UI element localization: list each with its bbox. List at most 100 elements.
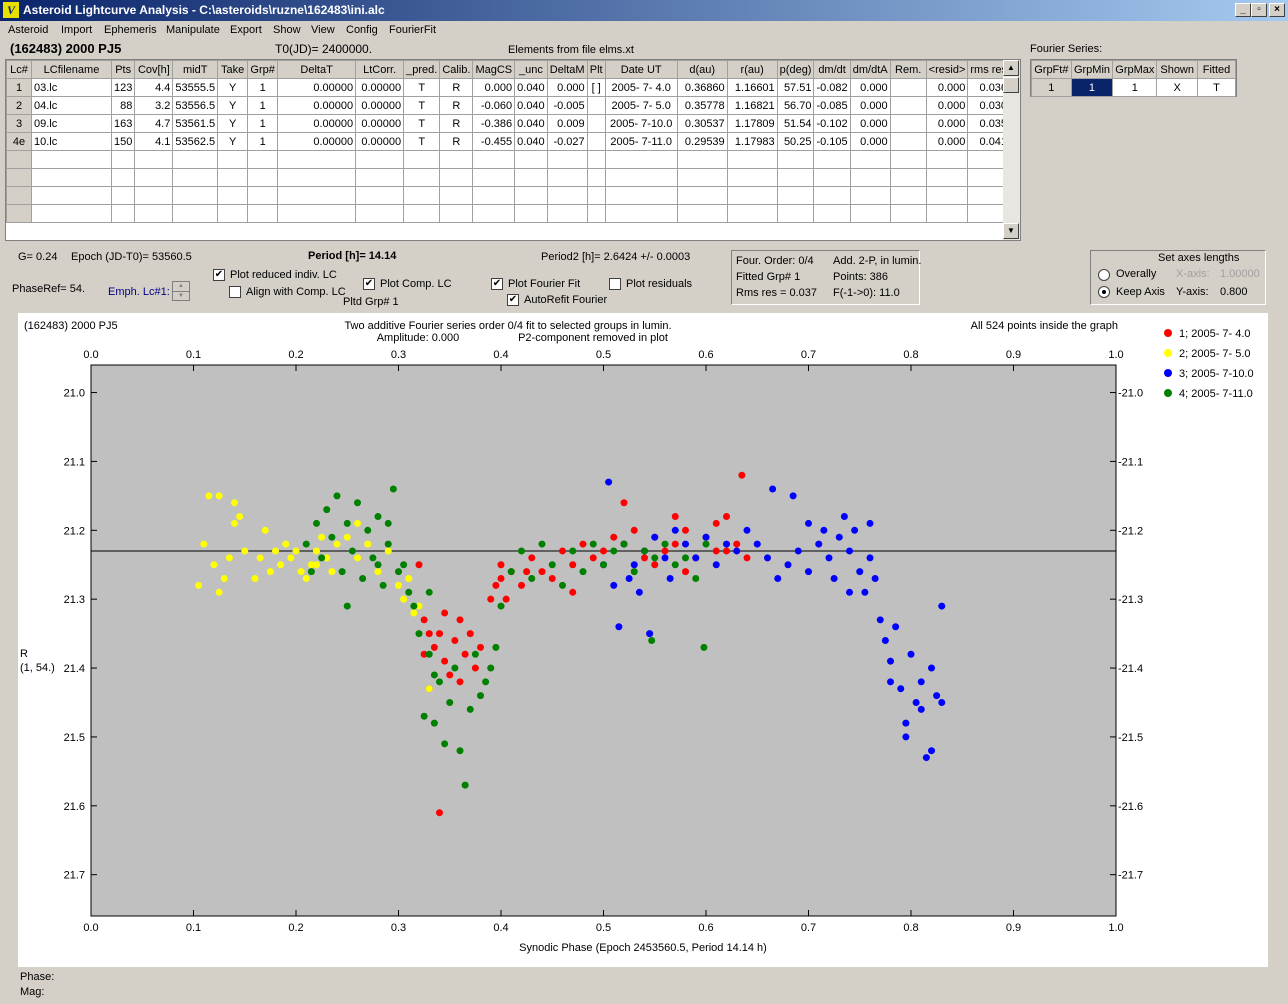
menu-asteroid[interactable]: Asteroid — [8, 24, 48, 36]
table-cell[interactable] — [546, 150, 588, 169]
table-cell[interactable] — [813, 204, 851, 223]
table-cell[interactable]: 56.70 — [776, 96, 815, 115]
table-cell[interactable] — [889, 96, 927, 115]
table-cell[interactable]: Y — [217, 96, 249, 115]
table-cell[interactable] — [247, 186, 279, 205]
table-cell[interactable]: 3.2 — [134, 96, 174, 115]
table-cell[interactable] — [110, 168, 136, 187]
table-cell[interactable]: 1.17983 — [726, 132, 778, 151]
column-header[interactable]: MagCS — [472, 60, 516, 79]
table-cell[interactable]: 150 — [110, 132, 136, 151]
row-header[interactable]: 2 — [6, 96, 32, 115]
table-cell[interactable]: R — [439, 132, 474, 151]
menu-config[interactable]: Config — [346, 24, 378, 36]
table-cell[interactable] — [849, 204, 891, 223]
fourier-cell[interactable]: 1 — [1031, 78, 1072, 97]
table-cell[interactable]: 0.000 — [849, 132, 891, 151]
table-cell[interactable] — [217, 186, 249, 205]
table-cell[interactable]: 03.lc — [31, 78, 112, 97]
table-cell[interactable]: 1 — [247, 96, 279, 115]
table-cell[interactable]: 0.040 — [514, 78, 548, 97]
table-cell[interactable] — [110, 204, 136, 223]
spin-up-icon[interactable]: ▲ — [173, 282, 189, 291]
table-cell[interactable] — [925, 150, 969, 169]
menu-fourierfit[interactable]: FourierFit — [389, 24, 436, 36]
table-cell[interactable] — [403, 168, 441, 187]
table-cell[interactable]: 0.000 — [472, 78, 516, 97]
table-cell[interactable]: -0.060 — [472, 96, 516, 115]
plot-reduced-checkbox[interactable]: ✔ — [213, 269, 225, 281]
table-cell[interactable]: -0.105 — [813, 132, 851, 151]
table-cell[interactable]: 10.lc — [31, 132, 112, 151]
table-cell[interactable]: 0.040 — [514, 132, 548, 151]
table-cell[interactable] — [514, 186, 548, 205]
table-cell[interactable]: 0.000 — [849, 78, 891, 97]
table-cell[interactable] — [889, 78, 927, 97]
table-cell[interactable]: T — [403, 78, 441, 97]
table-cell[interactable]: -0.102 — [813, 114, 851, 133]
table-cell[interactable] — [726, 204, 778, 223]
fourier-column-header[interactable]: Shown — [1156, 60, 1198, 79]
table-cell[interactable] — [110, 186, 136, 205]
table-cell[interactable] — [355, 204, 405, 223]
row-header[interactable] — [6, 204, 32, 223]
menu-import[interactable]: Import — [61, 24, 92, 36]
column-header[interactable]: Rem. — [889, 60, 927, 79]
table-cell[interactable] — [172, 168, 219, 187]
row-header[interactable]: 3 — [6, 114, 32, 133]
table-cell[interactable]: 1.16821 — [726, 96, 778, 115]
table-cell[interactable] — [776, 168, 815, 187]
table-row[interactable] — [6, 150, 1011, 169]
table-cell[interactable]: 0.000 — [925, 78, 969, 97]
keep-axis-radio[interactable] — [1098, 286, 1110, 298]
table-cell[interactable]: 0.000 — [849, 114, 891, 133]
table-cell[interactable] — [217, 168, 249, 187]
table-row[interactable]: 3 09.lc 163 4.7 53561.5 Y 1 0.00000 0.00000 T R -0.… — [6, 114, 1011, 133]
table-cell[interactable] — [31, 204, 112, 223]
table-cell[interactable] — [776, 186, 815, 205]
table-cell[interactable] — [172, 204, 219, 223]
table-cell[interactable]: 1 — [247, 78, 279, 97]
table-cell[interactable]: 57.51 — [776, 78, 815, 97]
table-cell[interactable] — [514, 168, 548, 187]
table-cell[interactable]: 0.000 — [925, 114, 969, 133]
table-cell[interactable]: 51.54 — [776, 114, 815, 133]
menu-manipulate[interactable]: Manipulate — [166, 24, 220, 36]
table-cell[interactable] — [472, 168, 516, 187]
table-cell[interactable] — [546, 204, 588, 223]
table-cell[interactable] — [925, 186, 969, 205]
column-header[interactable]: Date UT — [604, 60, 678, 79]
table-cell[interactable] — [277, 186, 357, 205]
table-cell[interactable] — [247, 204, 279, 223]
column-header[interactable]: p(deg) — [776, 60, 815, 79]
table-cell[interactable] — [31, 168, 112, 187]
plot-fourier-checkbox[interactable]: ✔ — [491, 278, 503, 290]
table-cell[interactable] — [586, 150, 606, 169]
table-cell[interactable]: 88 — [110, 96, 136, 115]
close-button[interactable]: × — [1269, 3, 1285, 17]
table-cell[interactable] — [514, 150, 548, 169]
table-row[interactable] — [6, 168, 1011, 187]
table-cell[interactable] — [726, 150, 778, 169]
table-cell[interactable] — [586, 114, 606, 133]
table-cell[interactable]: 0.00000 — [277, 114, 357, 133]
table-cell[interactable]: 0.00000 — [355, 114, 405, 133]
table-cell[interactable] — [439, 168, 474, 187]
table-cell[interactable] — [247, 168, 279, 187]
fourier-column-header[interactable]: Fitted — [1196, 60, 1237, 79]
minimize-button[interactable]: _ — [1235, 3, 1251, 17]
menu-ephemeris[interactable]: Ephemeris — [104, 24, 157, 36]
table-cell[interactable]: 0.000 — [925, 96, 969, 115]
table-cell[interactable]: 50.25 — [776, 132, 815, 151]
row-header[interactable] — [6, 150, 32, 169]
table-cell[interactable]: T — [403, 96, 441, 115]
table-cell[interactable] — [472, 150, 516, 169]
table-cell[interactable]: 0.000 — [849, 96, 891, 115]
table-cell[interactable] — [889, 150, 927, 169]
table-cell[interactable]: T — [403, 132, 441, 151]
column-header[interactable]: Cov[h] — [134, 60, 174, 79]
table-cell[interactable] — [889, 204, 927, 223]
table-row[interactable]: 4e 10.lc 150 4.1 53562.5 Y 1 0.00000 0.00000 T R -0… — [6, 132, 1011, 151]
table-cell[interactable]: 1 — [247, 114, 279, 133]
table-cell[interactable]: 0.36860 — [676, 78, 728, 97]
